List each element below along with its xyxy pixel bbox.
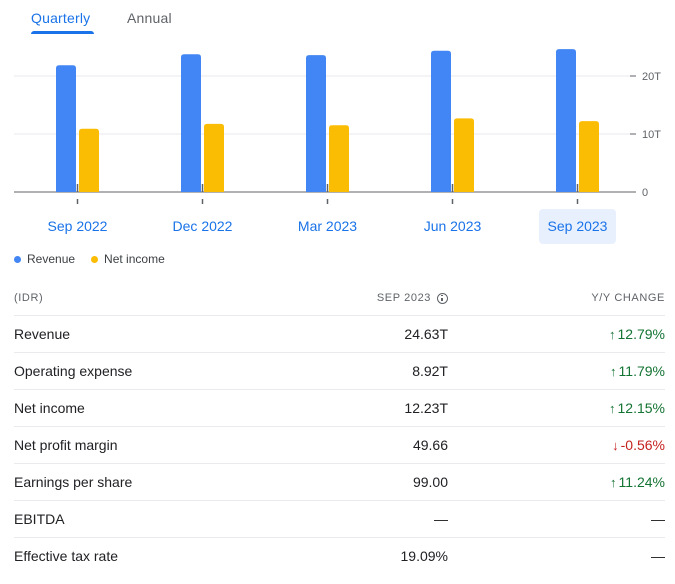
bar-net-income[interactable]	[329, 125, 349, 192]
row-change: ↑ 11.24%	[610, 474, 665, 490]
row-change-value: -0.56%	[620, 437, 665, 453]
table-row: Net profit margin 49.66 ↓ -0.56%	[14, 427, 665, 464]
bar-net-income[interactable]	[204, 123, 224, 192]
table-row: EBITDA — —	[14, 501, 665, 538]
arrow-up-icon: ↑	[610, 474, 617, 490]
period-button[interactable]: Sep 2023	[539, 209, 616, 244]
table-header: (IDR) SEP 2023 Y/Y CHANGE	[14, 279, 665, 316]
row-change-value: 12.79%	[617, 326, 665, 342]
active-tab-indicator	[31, 31, 94, 34]
row-change-value: 11.79%	[618, 363, 665, 379]
bar-revenue[interactable]	[556, 49, 576, 193]
row-change-value: —	[651, 548, 665, 564]
bar-net-income[interactable]	[454, 118, 474, 192]
row-label: Operating expense	[14, 363, 133, 379]
row-label: Net income	[14, 400, 85, 416]
row-change-value: —	[651, 511, 665, 527]
legend-dot-net-income	[91, 255, 99, 263]
row-change-value: 12.15%	[617, 400, 665, 416]
bar-revenue[interactable]	[431, 50, 451, 192]
row-change: ↓ -0.56%	[612, 437, 665, 453]
table-row: Revenue 24.63T ↑ 12.79%	[14, 316, 665, 353]
row-label: EBITDA	[14, 511, 65, 527]
financials-table: (IDR) SEP 2023 Y/Y CHANGE Revenue 24.63T ↑…	[14, 279, 665, 575]
bar-revenue[interactable]	[181, 54, 201, 192]
row-value: 19.09%	[400, 548, 448, 564]
table-body: Revenue 24.63T ↑ 12.79% Operating expense 8.9…	[14, 316, 665, 575]
row-label: Effective tax rate	[14, 548, 119, 564]
row-value: 24.63T	[404, 326, 448, 342]
period-header: SEP 2023	[377, 292, 448, 304]
row-change: —	[651, 548, 665, 564]
arrow-down-icon: ↓	[612, 437, 619, 453]
tab-annual[interactable]: Annual	[127, 10, 172, 26]
period-button[interactable]: Dec 2022	[164, 209, 241, 244]
legend-item-revenue: Revenue	[14, 252, 75, 266]
period-button[interactable]: Mar 2023	[289, 209, 366, 244]
row-label: Net profit margin	[14, 437, 118, 453]
chart-legend: Revenue Net income	[14, 251, 181, 267]
arrow-up-icon: ↑	[610, 363, 617, 379]
period-button[interactable]: Sep 2022	[39, 209, 116, 244]
arrow-up-icon: ↑	[609, 326, 616, 342]
table-row: Effective tax rate 19.09% —	[14, 538, 665, 575]
arrow-up-icon: ↑	[609, 400, 616, 416]
row-value: 49.66	[412, 437, 448, 453]
row-change: ↑ 12.15%	[609, 400, 665, 416]
row-value: 8.92T	[412, 363, 448, 379]
row-change-value: 11.24%	[618, 474, 665, 490]
row-change: ↑ 12.79%	[609, 326, 665, 342]
period-button[interactable]: Jun 2023	[414, 209, 491, 244]
row-change: —	[651, 511, 665, 527]
period-header-label: SEP 2023	[376, 292, 431, 304]
legend-label-net-income: Net income	[104, 252, 165, 266]
table-row: Net income 12.23T ↑ 12.15%	[14, 390, 665, 427]
row-value: 99.00	[412, 474, 448, 490]
legend-dot-revenue	[14, 255, 21, 263]
table-row: Earnings per share 99.00 ↑ 11.24%	[14, 464, 665, 501]
row-label: Revenue	[14, 326, 71, 342]
y-tick-label: 10T	[642, 129, 661, 141]
legend-label-revenue: Revenue	[27, 252, 76, 266]
row-change: ↑ 11.79%	[610, 363, 665, 379]
bar-net-income[interactable]	[79, 128, 99, 192]
y-tick-label: 0	[642, 187, 648, 199]
bar-net-income[interactable]	[579, 121, 599, 192]
row-value: 12.23T	[404, 400, 448, 416]
legend-item-net-income: Net income	[91, 252, 165, 266]
info-icon[interactable]	[437, 292, 448, 304]
change-header: Y/Y CHANGE	[591, 292, 665, 304]
period-tabs: Quarterly Annual	[0, 0, 675, 40]
y-tick-label: 20T	[642, 71, 661, 83]
table-row: Operating expense 8.92T ↑ 11.79%	[14, 353, 665, 390]
row-value: —	[434, 511, 448, 527]
bar-revenue[interactable]	[56, 65, 76, 192]
tab-quarterly[interactable]: Quarterly	[31, 10, 90, 26]
currency-label: (IDR)	[14, 292, 44, 304]
bar-chart: 0 10T 20T	[14, 49, 661, 204]
row-label: Earnings per share	[14, 474, 133, 490]
bar-revenue[interactable]	[306, 55, 326, 193]
